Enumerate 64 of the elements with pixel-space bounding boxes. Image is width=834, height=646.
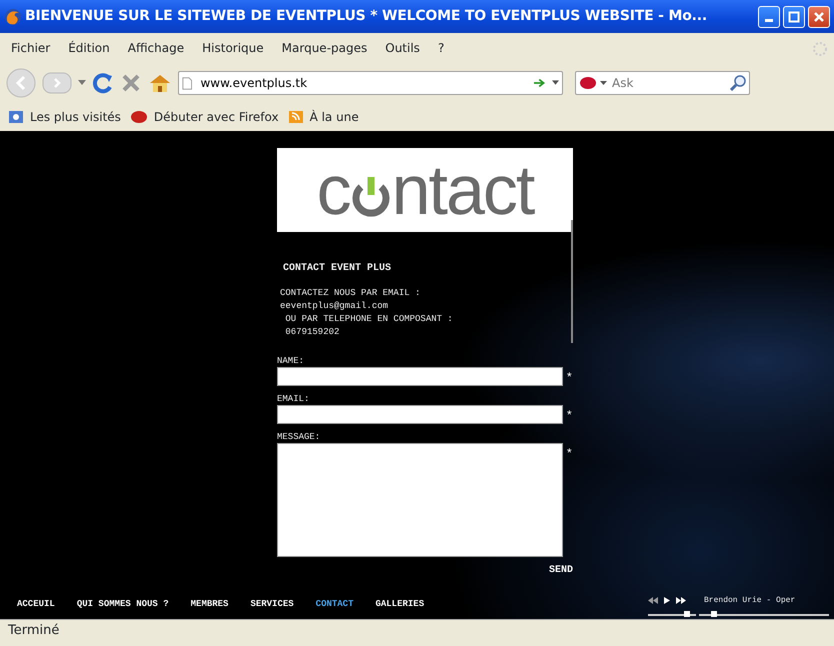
- menu-item[interactable]: Édition: [63, 37, 115, 59]
- address-field[interactable]: www.eventplus.tk: [198, 73, 528, 93]
- rewind-icon[interactable]: [648, 597, 658, 604]
- field-label: EMAIL:: [277, 393, 310, 405]
- nav-link[interactable]: GALLERIES: [375, 598, 424, 612]
- required-mark: *: [566, 408, 573, 425]
- contact-info-line: CONTACTEZ NOUS PAR EMAIL :: [280, 287, 422, 300]
- input-field[interactable]: [277, 367, 563, 386]
- close-button[interactable]: [808, 6, 830, 28]
- status-text: Terminé: [8, 622, 60, 640]
- feed-icon: [288, 110, 304, 124]
- go-arrow-icon[interactable]: [534, 78, 546, 88]
- dropdown-icon[interactable]: [552, 80, 560, 86]
- play-icon[interactable]: [664, 597, 670, 604]
- input-field[interactable]: [277, 405, 563, 424]
- contact-info-line: eeventplus@gmail.com: [280, 300, 390, 313]
- required-mark: *: [566, 446, 573, 463]
- nav-link[interactable]: SERVICES: [250, 598, 294, 612]
- nav-link[interactable]: QUI SOMMES NOUS ?: [76, 598, 169, 612]
- minimize-icon: [765, 18, 773, 22]
- dropdown-icon[interactable]: [78, 80, 86, 86]
- search-icon[interactable]: [730, 75, 746, 91]
- bookmark-icon: [130, 110, 148, 124]
- field-label: NAME:: [277, 355, 306, 367]
- home-icon[interactable]: [148, 72, 172, 94]
- required-mark: *: [566, 370, 573, 387]
- search-engine-icon[interactable]: [579, 76, 597, 90]
- slider-thumb[interactable]: [711, 610, 718, 616]
- send-button[interactable]: SEND: [548, 563, 573, 578]
- firefox-icon: [4, 8, 22, 26]
- address-bar[interactable]: www.eventplus.tk: [178, 71, 563, 95]
- menu-item[interactable]: Historique: [197, 37, 269, 59]
- window-title: BIENVENUE SUR LE SITEWEB DE EVENTPLUS * WELCOME TO EVENTPLUS WEBSITE - Mo...: [25, 7, 707, 26]
- menu-item[interactable]: Marque-pages: [276, 37, 372, 59]
- dropdown-icon[interactable]: [600, 80, 607, 86]
- menu-item[interactable]: ?: [432, 37, 450, 59]
- bookmark-link[interactable]: Débuter avec Firefox: [154, 108, 279, 126]
- bookmark-icon: [8, 110, 24, 124]
- page-icon: [182, 76, 192, 90]
- contact-heading: CONTACT EVENT PLUS: [282, 262, 392, 275]
- power-icon: [350, 175, 391, 219]
- nav-link[interactable]: MEMBRES: [190, 598, 228, 612]
- logo: c ntact: [277, 148, 573, 232]
- loading-icon: [812, 40, 828, 57]
- bookmark-link[interactable]: À la une: [310, 108, 359, 126]
- fast-forward-icon[interactable]: [676, 597, 686, 604]
- nav-link[interactable]: CONTACT: [316, 598, 354, 612]
- menu-item[interactable]: Outils: [380, 37, 425, 59]
- message-field[interactable]: [277, 443, 563, 557]
- field-label: MESSAGE:: [277, 431, 322, 443]
- contact-info-line: OU PAR TELEPHONE EN COMPOSANT :: [284, 313, 454, 326]
- menu-item[interactable]: Fichier: [6, 37, 56, 59]
- slider-thumb[interactable]: [684, 610, 690, 616]
- menu-item[interactable]: Affichage: [122, 37, 190, 59]
- search-bar[interactable]: Ask: [575, 71, 750, 95]
- maximize-button[interactable]: [783, 6, 805, 28]
- nav-link[interactable]: ACCEUIL: [17, 598, 55, 612]
- close-icon: [813, 10, 825, 23]
- track-title: Brendon Urie - Oper: [704, 594, 796, 606]
- reload-icon[interactable]: [92, 72, 114, 94]
- minimize-button[interactable]: [758, 6, 780, 28]
- bookmark-link[interactable]: Les plus visités: [30, 108, 121, 126]
- maximize-icon: [788, 10, 800, 23]
- contact-info-line: 0679159202: [284, 326, 340, 339]
